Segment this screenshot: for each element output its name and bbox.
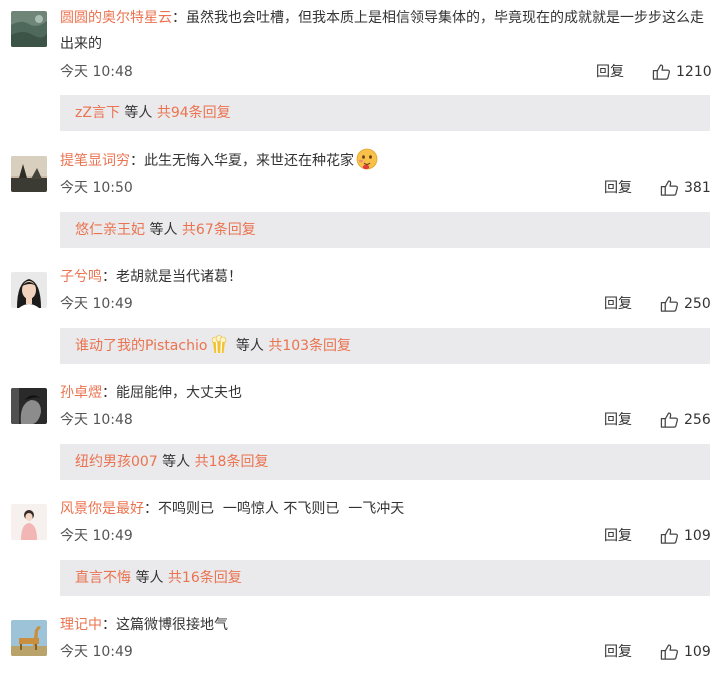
comment-time: 今天 10:50 [60, 180, 133, 196]
thumbs-up-icon[interactable] [660, 411, 679, 429]
sub-reply-middle: 等人 [119, 105, 157, 121]
sub-reply-names[interactable]: 直言不悔 [75, 570, 131, 586]
name-separator: ： [144, 501, 158, 517]
comment-meta: 今天 10:48 回复 256 [60, 408, 712, 432]
sub-reply-total-link[interactable]: 共16条回复 [168, 570, 242, 586]
comment-text: 圆圆的奥尔特星云：虽然我也会吐槽，但我本质上是相信领导集体的，毕竟现在的成就就是… [60, 5, 712, 57]
thumbs-up-icon[interactable] [652, 63, 671, 81]
user-avatar[interactable] [11, 11, 47, 47]
comment-time: 今天 10:48 [60, 64, 133, 80]
monochrome-profile-avatar-icon [11, 388, 47, 424]
comment-time: 今天 10:49 [60, 296, 133, 312]
thumbs-up-icon[interactable] [660, 643, 679, 661]
sub-replies-box[interactable]: 纽约男孩007 等人 共18条回复 [60, 444, 710, 480]
like-count: 256 [684, 412, 711, 428]
sub-reply-middle: 等人 [157, 454, 195, 470]
sunset-tree-avatar-icon [11, 156, 47, 192]
sub-reply-names[interactable]: 悠仁亲王妃 [75, 222, 145, 238]
pink-figure-avatar-icon [11, 504, 47, 540]
name-separator: ： [130, 153, 144, 169]
reply-button[interactable]: 回复 [604, 408, 632, 432]
sub-reply-names[interactable]: 谁动了我的Pistachio [75, 338, 207, 354]
comment-username[interactable]: 风景你是最好 [60, 501, 144, 517]
like-count: 109 [684, 528, 711, 544]
sub-replies-box[interactable]: 谁动了我的Pistachio 等人 共103条回复 [60, 328, 710, 364]
sub-reply-total-link[interactable]: 共67条回复 [182, 222, 256, 238]
reply-button[interactable]: 回复 [604, 640, 632, 664]
user-avatar[interactable] [11, 272, 47, 308]
comment-text: 风景你是最好：不鸣则已 一鸣惊人 不飞则已 一飞冲天 [60, 496, 712, 522]
like-count: 250 [684, 296, 711, 312]
sub-replies-box[interactable]: 直言不悔 等人 共16条回复 [60, 560, 710, 596]
comment-meta: 今天 10:49 回复 109 [60, 640, 712, 664]
comment-username[interactable]: 孙卓熤 [60, 385, 102, 401]
comment-text: 孙卓熤：能屈能伸，大丈夫也 [60, 380, 712, 406]
popcorn-emoji-icon [212, 335, 227, 354]
user-avatar[interactable] [11, 504, 47, 540]
reply-button[interactable]: 回复 [604, 176, 632, 200]
sub-reply-names[interactable]: 纽约男孩007 [75, 454, 158, 470]
user-avatar[interactable] [11, 156, 47, 192]
comment-body: 老胡就是当代诸葛！ [116, 269, 242, 285]
comment-body: 这篇微博很接地气 [116, 617, 228, 633]
comment-username[interactable]: 子兮鸣 [60, 269, 102, 285]
girl-portrait-avatar-icon [11, 272, 47, 308]
reply-button[interactable]: 回复 [604, 524, 632, 548]
comment-username[interactable]: 圆圆的奥尔特星云 [60, 10, 172, 26]
comment-time: 今天 10:48 [60, 412, 133, 428]
comment-time: 今天 10:49 [60, 528, 133, 544]
sub-reply-total-link[interactable]: 共103条回复 [268, 338, 351, 354]
user-avatar[interactable] [11, 620, 47, 656]
comment-body: 此生无悔入华夏，来世还在种花家 [144, 153, 354, 169]
drooling-face-emoji-icon [356, 148, 378, 170]
comment-username[interactable]: 提笔显词穷 [60, 153, 130, 169]
name-separator: ： [102, 269, 116, 285]
comment-text: 理记中：这篇微博很接地气 [60, 612, 712, 638]
comment-meta: 今天 10:49 回复 109 [60, 524, 712, 548]
comment-meta: 今天 10:50 回复 381 [60, 176, 712, 200]
sub-reply-middle: 等人 [131, 570, 168, 586]
sub-reply-middle: 等人 [231, 338, 269, 354]
sub-reply-total-link[interactable]: 共94条回复 [157, 105, 231, 121]
comment-time: 今天 10:49 [60, 644, 133, 660]
sub-replies-box[interactable]: 悠仁亲王妃 等人 共67条回复 [60, 212, 710, 248]
name-separator: ： [102, 617, 116, 633]
thumbs-up-icon[interactable] [660, 527, 679, 545]
like-count: 381 [684, 180, 711, 196]
comment-body: 能屈能伸，大丈夫也 [116, 385, 242, 401]
sub-replies-box[interactable]: zZ言下 等人 共94条回复 [60, 95, 710, 131]
thumbs-up-icon[interactable] [660, 295, 679, 313]
user-avatar[interactable] [11, 388, 47, 424]
sub-reply-total-link[interactable]: 共18条回复 [195, 454, 269, 470]
name-separator: ： [102, 385, 116, 401]
reply-button[interactable]: 回复 [604, 292, 632, 316]
reply-button[interactable]: 回复 [596, 60, 624, 84]
name-separator: ： [172, 10, 186, 26]
comment-meta: 今天 10:48 回复 1210 [60, 60, 712, 84]
comment-body: 不鸣则已 一鸣惊人 不飞则已 一飞冲天 [158, 501, 405, 517]
landscape-avatar-icon [11, 11, 47, 47]
sub-reply-names[interactable]: zZ言下 [75, 105, 120, 121]
thumbs-up-icon[interactable] [660, 179, 679, 197]
comment-meta: 今天 10:49 回复 250 [60, 292, 712, 316]
comment-text: 提笔显词穷：此生无悔入华夏，来世还在种花家 [60, 148, 712, 174]
like-count: 1210 [676, 64, 712, 80]
comment-username[interactable]: 理记中 [60, 617, 102, 633]
like-count: 109 [684, 644, 711, 660]
giraffe-avatar-icon [11, 620, 47, 656]
comment-text: 子兮鸣：老胡就是当代诸葛！ [60, 264, 712, 290]
sub-reply-middle: 等人 [145, 222, 182, 238]
